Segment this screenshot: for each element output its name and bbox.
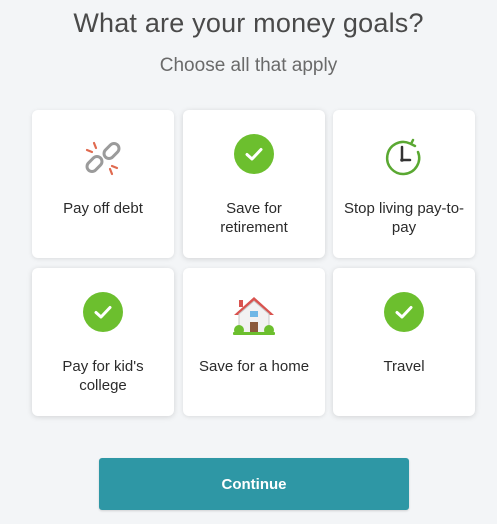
- goal-card-stop-living-pay-to-pay[interactable]: Stop living pay-to-pay: [333, 110, 475, 258]
- check-icon: [83, 292, 123, 332]
- goal-label: Save for retirement: [220, 200, 288, 236]
- goal-label: Travel: [383, 358, 425, 375]
- goal-card-pay-off-debt[interactable]: Pay off debt: [32, 110, 174, 258]
- check-icon: [384, 292, 424, 332]
- broken-chain-icon: [79, 134, 127, 182]
- goal-label: Pay off debt: [63, 200, 143, 217]
- goal-card-save-for-retirement[interactable]: Save for retirement: [183, 110, 325, 258]
- clock-icon: [380, 134, 428, 182]
- continue-button[interactable]: Continue: [99, 458, 409, 510]
- house-icon: [230, 292, 278, 340]
- goal-card-travel[interactable]: Travel: [333, 268, 475, 416]
- goal-label: Stop living pay-to-pay: [343, 200, 465, 236]
- goal-card-pay-for-kids-college[interactable]: Pay for kid's college: [32, 268, 174, 416]
- page-title: What are your money goals?: [73, 8, 424, 38]
- page-subtitle: Choose all that apply: [159, 55, 338, 76]
- goal-label: Pay for kid's college: [62, 358, 144, 394]
- goal-card-save-for-a-home[interactable]: Save for a home: [183, 268, 325, 416]
- check-icon: [234, 134, 274, 174]
- goal-label: Save for a home: [198, 358, 310, 375]
